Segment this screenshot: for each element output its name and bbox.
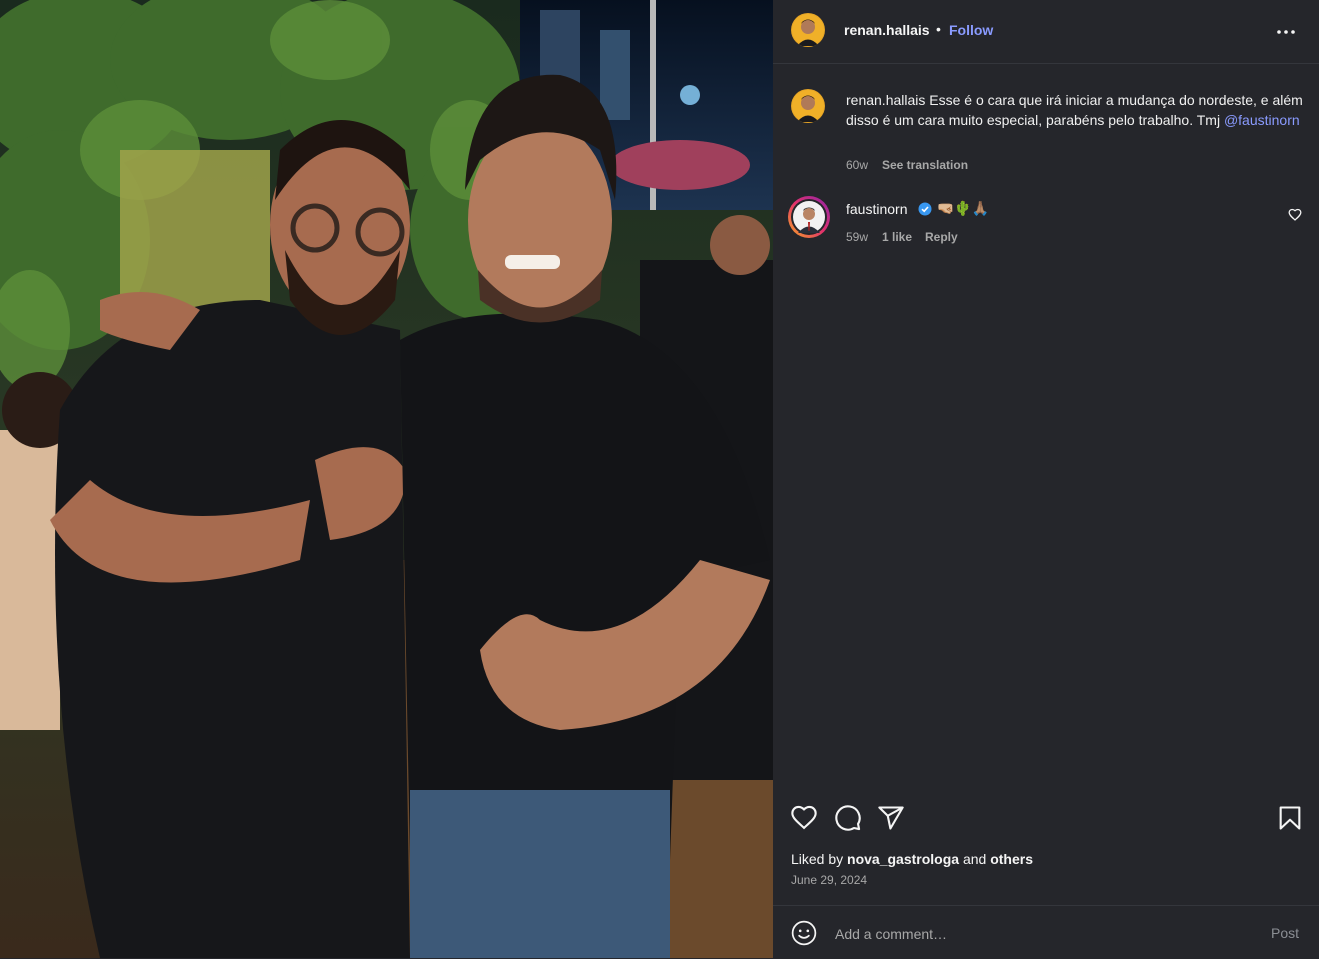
separator-dot: • <box>936 21 941 37</box>
liked-by-others[interactable]: others <box>990 851 1033 867</box>
post-comment-button[interactable]: Post <box>1271 925 1299 941</box>
reply-label[interactable]: Reply <box>925 230 958 244</box>
post-photo <box>0 0 773 958</box>
see-translation-link[interactable]: See translation <box>882 158 968 172</box>
comment-bar: Post <box>773 905 1319 959</box>
caption-username[interactable]: renan.hallais <box>846 92 925 108</box>
author-avatar[interactable] <box>791 13 825 47</box>
caption-mention[interactable]: @faustinorn <box>1224 112 1300 128</box>
comment-avatar[interactable] <box>788 196 830 238</box>
comment-username[interactable]: faustinorn <box>846 201 907 217</box>
caption-time: 60w <box>846 158 869 172</box>
post-actions <box>773 800 1319 840</box>
liked-by-prefix: Liked by <box>791 851 848 867</box>
bookmark-icon[interactable] <box>1276 804 1304 832</box>
comment-like-heart-icon[interactable] <box>1288 208 1302 222</box>
see-translation-label[interactable]: See translation <box>882 158 968 172</box>
avatar-face-icon <box>792 90 824 122</box>
comment-input[interactable] <box>833 922 1237 946</box>
more-horizontal-icon[interactable] <box>1274 22 1298 42</box>
liked-by: Liked by nova_gastrologa and others <box>791 851 1033 867</box>
comment-likes-link[interactable]: 1 like <box>882 230 912 244</box>
verified-badge-icon <box>918 202 932 216</box>
caption-avatar[interactable] <box>791 89 825 123</box>
smile-icon[interactable] <box>791 920 817 946</box>
heart-icon[interactable] <box>790 804 818 832</box>
photo-two-men-icon <box>0 0 773 958</box>
send-icon[interactable] <box>877 804 905 832</box>
author-username[interactable]: renan.hallais <box>844 22 930 38</box>
comment-reply-link[interactable]: Reply <box>925 230 958 244</box>
comment-time: 59w <box>846 230 869 244</box>
comment-icon[interactable] <box>834 804 862 832</box>
comment-likes-label[interactable]: 1 like <box>882 230 912 244</box>
post-header: renan.hallais • Follow <box>773 0 1319 64</box>
liked-by-user[interactable]: nova_gastrologa <box>847 851 959 867</box>
caption: renan.hallais Esse é o cara que irá inic… <box>846 90 1306 130</box>
post-side-panel: renan.hallais • Follow renan.hallais Ess… <box>773 0 1319 958</box>
avatar-face-icon <box>793 201 825 233</box>
comment-text: 🤜🏼🌵🙏🏽 <box>937 200 990 216</box>
avatar-face-icon <box>792 14 824 46</box>
post-date: June 29, 2024 <box>791 873 868 887</box>
follow-button[interactable]: Follow <box>949 22 993 38</box>
liked-by-middle: and <box>959 851 991 867</box>
